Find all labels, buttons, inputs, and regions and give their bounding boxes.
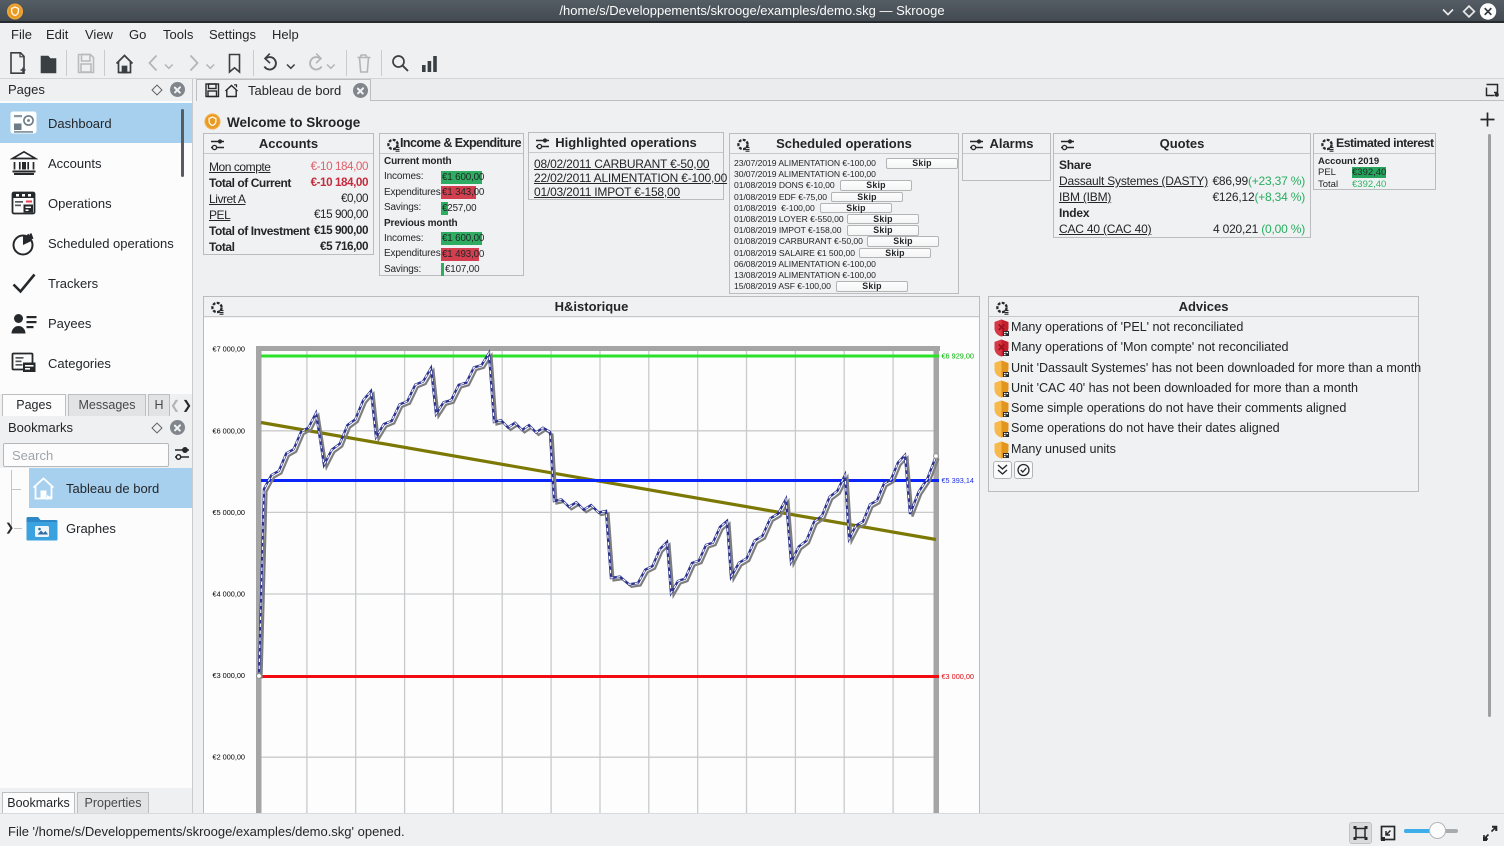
svg-text:€6 000,00: €6 000,00 — [213, 426, 245, 435]
svg-text:€2 000,00: €2 000,00 — [213, 753, 245, 762]
svg-text:€5 393,14: €5 393,14 — [942, 476, 974, 485]
svg-text:€4 000,00: €4 000,00 — [213, 590, 245, 599]
svg-text:€7 000,00: €7 000,00 — [213, 345, 245, 354]
svg-text:€6 929,00: €6 929,00 — [942, 352, 974, 361]
svg-text:€3 000,00: €3 000,00 — [942, 672, 974, 681]
svg-text:€5 000,00: €5 000,00 — [213, 508, 245, 517]
svg-text:€3 000,00: €3 000,00 — [213, 671, 245, 680]
